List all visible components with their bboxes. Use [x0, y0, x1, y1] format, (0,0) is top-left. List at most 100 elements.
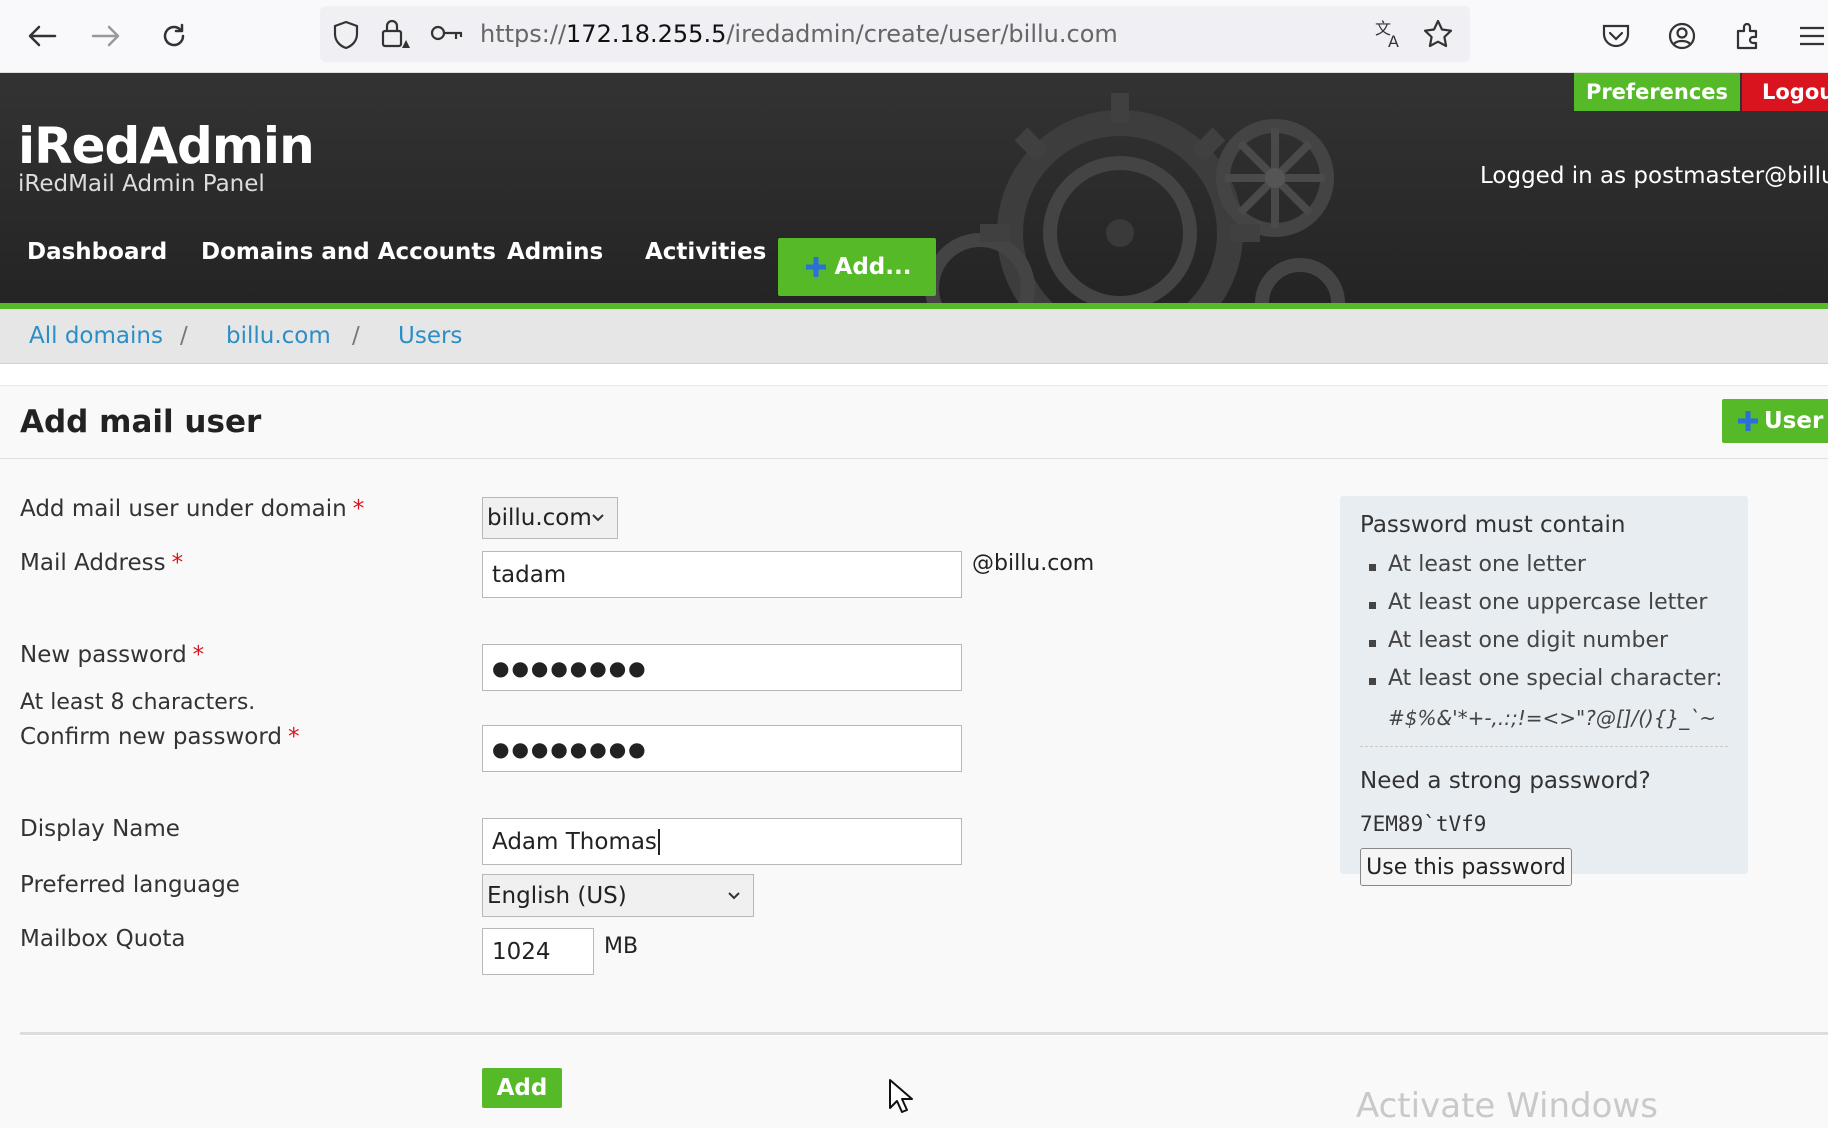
page-title: Add mail user — [20, 404, 262, 440]
preferred-language-select[interactable]: English (US) — [482, 874, 754, 917]
domain-select-value: billu.com — [487, 505, 592, 531]
suggested-password: 7EM89`tVf9 — [1360, 812, 1487, 836]
back-button[interactable] — [24, 18, 60, 54]
add-menu-button[interactable]: Add... — [778, 238, 936, 296]
logged-in-text: Logged in as postmaster@billu.c — [1480, 163, 1828, 189]
breadcrumb-separator: / — [180, 323, 188, 349]
add-submit-button[interactable]: Add — [482, 1068, 562, 1108]
url-scheme: https:// — [480, 20, 567, 48]
add-menu-label: Add... — [834, 254, 912, 280]
password-rules-list: At least one letter At least one upperca… — [1360, 552, 1723, 704]
divider — [0, 458, 1828, 459]
required-marker: * — [288, 724, 300, 750]
strong-password-title: Need a strong password? — [1360, 768, 1651, 794]
breadcrumb-separator: / — [352, 323, 360, 349]
quota-unit: MB — [604, 934, 639, 959]
required-marker: * — [192, 642, 205, 668]
nav-item-admins[interactable]: Admins — [507, 223, 603, 281]
breadcrumb: All domains / billu.com / Users — [0, 309, 1828, 364]
preferences-button[interactable]: Preferences — [1574, 73, 1740, 111]
domain-select[interactable]: billu.com — [482, 497, 618, 539]
add-user-label: User — [1764, 408, 1824, 434]
url-path: /iredadmin/create/user/billu.com — [726, 20, 1118, 48]
add-user-button[interactable]: User — [1722, 399, 1828, 443]
extensions-button[interactable] — [1730, 18, 1766, 54]
nav-item-activities[interactable]: Activities — [645, 223, 766, 281]
display-name-value: Adam Thomas — [492, 828, 657, 855]
divider — [1360, 746, 1728, 747]
url-text[interactable]: https://172.18.255.5/iredadmin/create/us… — [480, 20, 1118, 48]
new-password-label-text: New password — [20, 642, 187, 668]
star-bookmark-icon[interactable] — [1422, 18, 1454, 50]
password-requirements-box: Password must contain At least one lette… — [1340, 496, 1748, 886]
domain-label: Add mail user under domain * — [20, 496, 364, 522]
text-cursor — [657, 828, 660, 855]
mail-address-value: tadam — [492, 561, 567, 588]
list-item: At least one letter — [1360, 552, 1723, 590]
new-password-input[interactable]: ●●●●●●●● — [482, 644, 962, 691]
nav-item-domains-and-accounts[interactable]: Domains and Accounts — [201, 223, 496, 281]
list-item: At least one digit number — [1360, 628, 1723, 666]
address-bar[interactable]: https://172.18.255.5/iredadmin/create/us… — [320, 6, 1470, 62]
required-marker: * — [171, 550, 184, 576]
confirm-password-input[interactable]: ●●●●●●●● — [482, 725, 962, 772]
app-header: iRedAdmin iRedMail Admin Panel Preferenc… — [0, 73, 1828, 303]
chevron-down-icon — [728, 891, 740, 899]
confirm-password-label: Confirm new password * — [20, 724, 300, 750]
new-password-value: ●●●●●●●● — [492, 655, 648, 680]
preferred-language-label: Preferred language — [20, 872, 240, 898]
gears-background-icon — [925, 93, 1345, 303]
windows-activation-watermark: Activate Windows — [1356, 1086, 1658, 1126]
confirm-password-value: ●●●●●●●● — [492, 736, 648, 761]
forward-arrow-icon — [91, 25, 120, 47]
display-name-input[interactable]: Adam Thomas — [482, 818, 962, 865]
breadcrumb-domain[interactable]: billu.com — [226, 323, 331, 349]
hamburger-menu-icon — [1800, 26, 1824, 46]
mail-address-label-text: Mail Address — [20, 550, 166, 576]
mailbox-quota-value: 1024 — [492, 938, 551, 965]
list-item: At least one uppercase letter — [1360, 590, 1723, 628]
menu-button[interactable] — [1794, 18, 1828, 54]
confirm-password-label-text: Confirm new password — [20, 724, 283, 750]
content-panel: Add mail user User Add mail user under d… — [0, 385, 1828, 1128]
puzzle-icon — [1736, 22, 1758, 50]
app-title[interactable]: iRedAdmin — [18, 117, 315, 175]
chevron-down-icon — [592, 514, 604, 522]
back-arrow-icon — [28, 25, 57, 47]
pocket-icon — [1602, 24, 1630, 48]
nav-item-dashboard[interactable]: Dashboard — [27, 223, 167, 281]
app-subtitle: iRedMail Admin Panel — [18, 171, 265, 197]
mouse-pointer-icon — [889, 1079, 913, 1113]
special-characters-text: #$%&'*+-,.:;!=<>"?@[]/(){}_`~ — [1388, 706, 1717, 730]
account-button[interactable] — [1664, 18, 1700, 54]
plus-icon — [1738, 411, 1758, 431]
domain-label-text: Add mail user under domain — [20, 496, 347, 522]
password-length-hint: At least 8 characters. — [20, 690, 256, 715]
forward-button[interactable] — [88, 18, 124, 54]
account-icon — [1668, 22, 1696, 50]
breadcrumb-users[interactable]: Users — [398, 323, 462, 349]
display-name-label: Display Name — [20, 816, 180, 842]
translate-icon[interactable]: 文A — [1374, 18, 1406, 50]
divider — [20, 1032, 1828, 1036]
mail-domain-suffix: @billu.com — [972, 551, 1095, 576]
use-this-password-button[interactable]: Use this password — [1360, 848, 1572, 886]
list-item: At least one special character: — [1360, 666, 1723, 704]
logout-button[interactable]: Logou — [1742, 73, 1828, 111]
shield-icon[interactable] — [332, 20, 360, 50]
svg-text:A: A — [1388, 32, 1399, 50]
mailbox-quota-input[interactable]: 1024 — [482, 928, 594, 975]
lock-warning-icon[interactable] — [380, 18, 410, 50]
browser-toolbar: https://172.18.255.5/iredadmin/create/us… — [0, 0, 1828, 73]
required-marker: * — [352, 496, 365, 522]
mail-address-input[interactable]: tadam — [482, 551, 962, 598]
mail-address-label: Mail Address * — [20, 550, 183, 576]
pocket-button[interactable] — [1598, 18, 1634, 54]
reload-button[interactable] — [156, 18, 192, 54]
new-password-label: New password * — [20, 642, 204, 668]
key-icon[interactable] — [430, 22, 464, 44]
preferred-language-value: English (US) — [487, 882, 627, 909]
plus-icon — [805, 257, 826, 277]
mailbox-quota-label: Mailbox Quota — [20, 926, 186, 952]
breadcrumb-all-domains[interactable]: All domains — [29, 323, 163, 349]
